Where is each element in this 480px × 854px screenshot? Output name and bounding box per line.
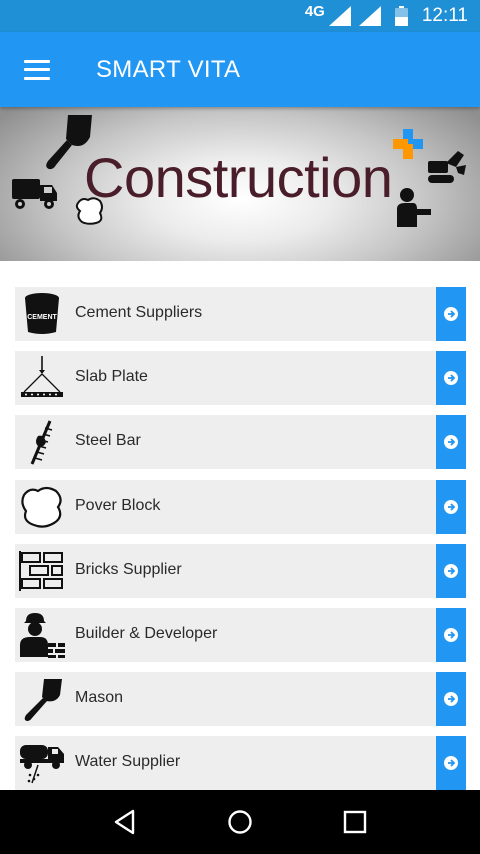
excavator-icon bbox=[428, 151, 466, 183]
dump-truck-icon bbox=[12, 179, 57, 209]
list-item-water-supplier[interactable]: Water Supplier bbox=[15, 736, 466, 790]
recents-icon[interactable] bbox=[340, 807, 370, 837]
go-button[interactable] bbox=[436, 608, 466, 662]
signal-icon bbox=[328, 6, 351, 26]
list-item-label: Pover Block bbox=[75, 497, 161, 514]
arrow-right-icon bbox=[444, 371, 458, 385]
list-item-steel-bar[interactable]: Steel Bar bbox=[15, 415, 466, 469]
list-item-label: Cement Suppliers bbox=[75, 304, 203, 321]
arrow-right-icon bbox=[444, 756, 458, 770]
arrow-right-icon bbox=[444, 692, 458, 706]
list-item-label: Steel Bar bbox=[75, 432, 141, 449]
arrow-right-icon bbox=[444, 628, 458, 642]
water-tanker-icon bbox=[20, 745, 64, 784]
app-bar: SMART VITA bbox=[0, 32, 480, 107]
list-item-mason[interactable]: Mason bbox=[15, 672, 466, 726]
slab-plate-icon bbox=[21, 356, 63, 397]
clock: 12:11 bbox=[421, 5, 468, 26]
app-root: 4G 12:11 SMART VITA Construction CEMENT … bbox=[0, 0, 480, 854]
signal-icon-2 bbox=[358, 6, 381, 26]
go-button[interactable] bbox=[436, 415, 466, 469]
list-item-label: Mason bbox=[75, 689, 124, 706]
list-item-bricks-supplier[interactable]: Bricks Supplier bbox=[15, 544, 466, 598]
paver-block-icon bbox=[21, 486, 62, 528]
go-button[interactable] bbox=[436, 480, 466, 534]
arrow-right-icon bbox=[444, 564, 458, 578]
worker-drill-icon bbox=[397, 188, 431, 227]
list-item-pover-block[interactable]: Pover Block bbox=[15, 480, 466, 534]
home-icon[interactable] bbox=[225, 807, 255, 837]
status-bar: 4G 12:11 bbox=[0, 0, 480, 32]
list-item-builder-developer[interactable]: Builder & Developer bbox=[15, 608, 466, 662]
back-icon[interactable] bbox=[110, 807, 140, 837]
list-item-label: Water Supplier bbox=[75, 753, 181, 770]
svg-text:CEMENT: CEMENT bbox=[27, 314, 57, 321]
list-item-cement-suppliers[interactable]: CEMENT Cement Suppliers bbox=[15, 287, 466, 341]
network-type: 4G bbox=[304, 2, 325, 20]
go-button[interactable] bbox=[436, 287, 466, 341]
plus-icon bbox=[393, 129, 423, 159]
list-item-label: Slab Plate bbox=[75, 368, 148, 385]
go-button[interactable] bbox=[436, 672, 466, 726]
go-button[interactable] bbox=[436, 736, 466, 790]
arrow-right-icon bbox=[444, 500, 458, 514]
builder-worker-icon bbox=[20, 613, 65, 658]
trowel-icon bbox=[24, 679, 62, 721]
list-item-label: Builder & Developer bbox=[75, 625, 218, 642]
arrow-right-icon bbox=[444, 435, 458, 449]
battery-icon bbox=[394, 6, 408, 26]
list-item-label: Bricks Supplier bbox=[75, 561, 182, 578]
banner-title: Construction bbox=[84, 146, 393, 209]
list-item-slab-plate[interactable]: Slab Plate bbox=[15, 351, 466, 405]
cement-bag-icon: CEMENT bbox=[25, 293, 59, 334]
steel-bar-icon bbox=[30, 420, 53, 465]
go-button[interactable] bbox=[436, 351, 466, 405]
app-title: SMART VITA bbox=[96, 55, 241, 83]
construction-banner: Construction bbox=[0, 107, 480, 261]
arrow-right-icon bbox=[444, 307, 458, 321]
bricks-icon bbox=[19, 551, 63, 591]
system-nav-bar bbox=[0, 790, 480, 854]
hamburger-menu-icon[interactable] bbox=[24, 59, 50, 80]
go-button[interactable] bbox=[436, 544, 466, 598]
